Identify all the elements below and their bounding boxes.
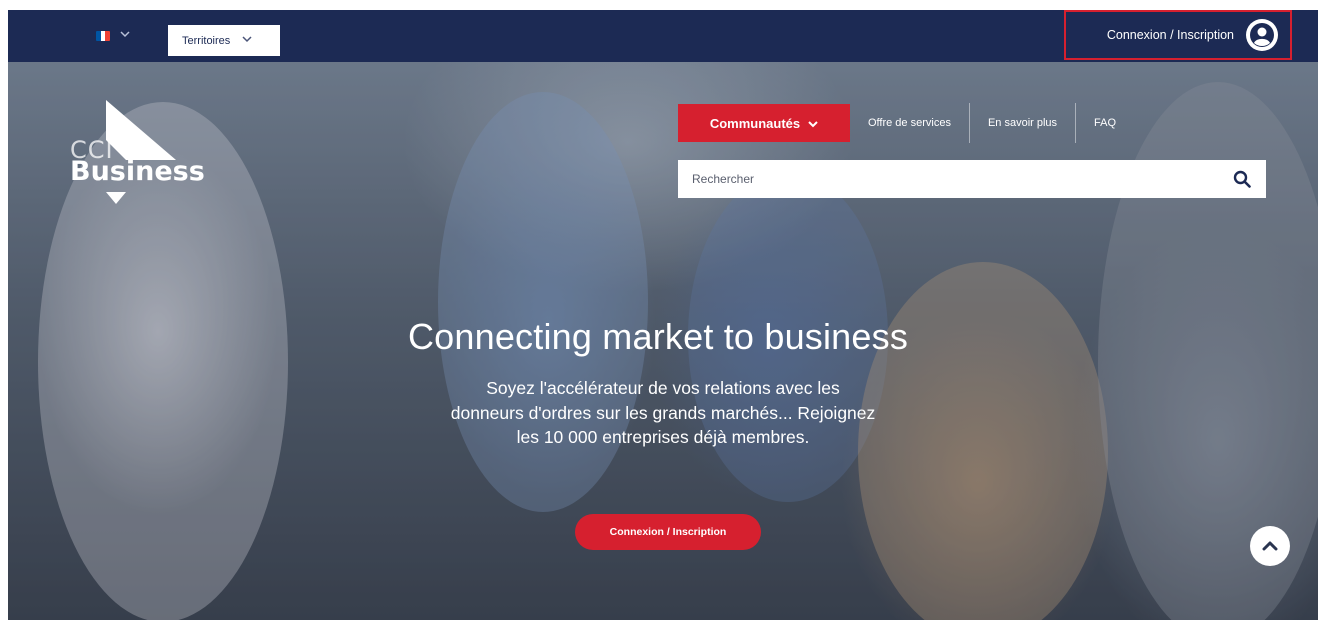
login-register-label: Connexion / Inscription (1106, 28, 1234, 42)
top-bar: Territoires Connexion / Inscription (8, 10, 1318, 62)
search-bar (678, 160, 1266, 198)
language-selector[interactable] (96, 24, 130, 48)
territoires-dropdown[interactable]: Territoires (168, 25, 280, 56)
user-circle-icon (1246, 19, 1278, 51)
search-input[interactable] (678, 160, 1218, 198)
search-icon (1233, 170, 1251, 188)
nav-offre-de-services[interactable]: Offre de services (850, 104, 969, 142)
chevron-down-icon (808, 116, 818, 131)
main-nav: Communautés Offre de services En savoir … (678, 103, 1134, 143)
search-button[interactable] (1218, 160, 1266, 198)
chevron-down-icon (120, 31, 130, 41)
territoires-label: Territoires (182, 34, 231, 47)
hero-headline: Connecting market to business (407, 316, 909, 357)
communautes-dropdown[interactable]: Communautés (678, 104, 850, 142)
hero-subtext: Soyez l'accélérateur de vos relations av… (450, 378, 876, 447)
scroll-to-top-button[interactable] (1250, 526, 1290, 566)
chevron-up-icon (1262, 541, 1278, 551)
french-flag-icon (96, 31, 110, 41)
cci-business-logo[interactable]: CCI Business (66, 100, 216, 210)
page-frame: Territoires Connexion / Inscription CCI … (8, 10, 1318, 620)
hero-login-register-button[interactable]: Connexion / Inscription (575, 514, 761, 550)
login-register-link[interactable]: Connexion / Inscription (1064, 10, 1292, 60)
nav-faq[interactable]: FAQ (1076, 104, 1134, 142)
nav-en-savoir-plus[interactable]: En savoir plus (970, 104, 1075, 142)
hero-banner: CCI Business Communautés Offre de servic… (8, 62, 1318, 620)
communautes-label: Communautés (709, 115, 801, 131)
logo-big-text: Business (70, 156, 205, 187)
chevron-down-icon (242, 35, 252, 46)
